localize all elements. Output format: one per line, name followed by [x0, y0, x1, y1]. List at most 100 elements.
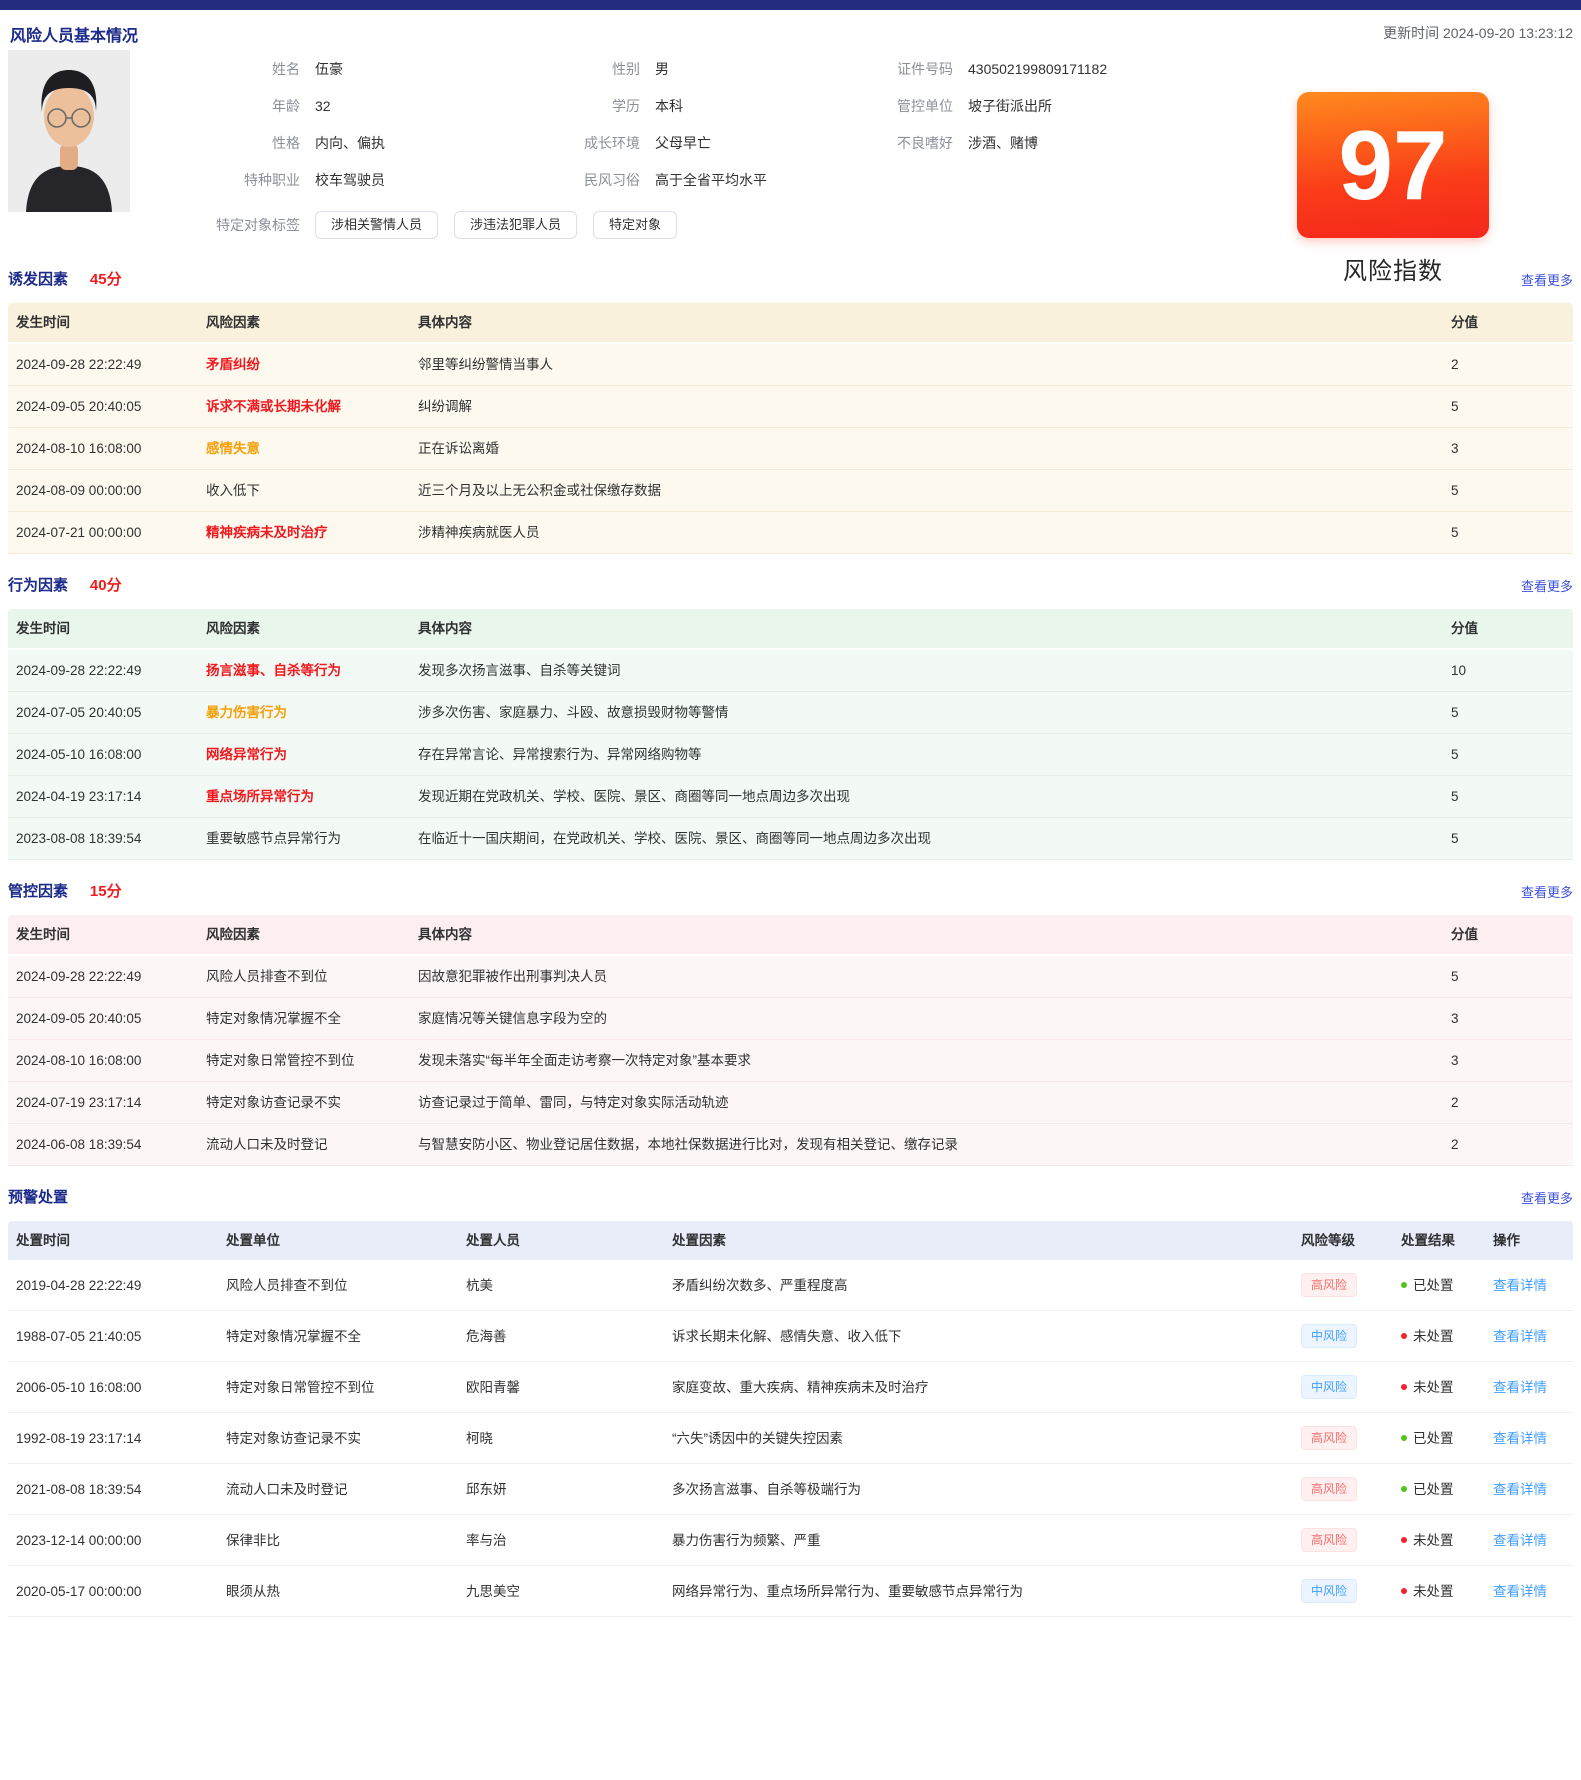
col-header-content: 具体内容 — [410, 609, 1443, 649]
cell-score: 5 — [1443, 955, 1573, 998]
cell-action: 查看详情 — [1485, 1260, 1573, 1311]
cell-time: 2024-08-10 16:08:00 — [8, 428, 198, 470]
cell-content: 近三个月及以上无公积金或社保缴存数据 — [410, 470, 1443, 512]
field-label: 管控单位 — [895, 95, 953, 117]
cell-score: 3 — [1443, 998, 1573, 1040]
cell-risk-factor: 暴力伤害行为 — [198, 692, 410, 734]
view-detail-link[interactable]: 查看详情 — [1493, 1584, 1547, 1599]
view-more-link[interactable]: 查看更多 — [1521, 1188, 1573, 1207]
col-header-factor: 风险因素 — [198, 303, 410, 343]
table-row: 2024-04-19 23:17:14重点场所异常行为发现近期在党政机关、学校、… — [8, 776, 1573, 818]
table-row: 2024-09-05 20:40:05特定对象情况掌握不全家庭情况等关键信息字段… — [8, 998, 1573, 1040]
table-header-row: 处置时间 处置单位 处置人员 处置因素 风险等级 处置结果 操作 — [8, 1221, 1573, 1260]
field-label: 特种职业 — [180, 169, 300, 191]
cell-action: 查看详情 — [1485, 1311, 1573, 1362]
table-row: 2024-09-05 20:40:05诉求不满或长期未化解纠纷调解5 — [8, 386, 1573, 428]
result-status-text: 未处置 — [1413, 1584, 1454, 1599]
risk-level-badge: 高风险 — [1301, 1273, 1357, 1297]
field-bad-habits: 不良嗜好涉酒、赌博 — [895, 132, 1200, 154]
table-row: 2024-06-08 18:39:54流动人口未及时登记与智慧安防小区、物业登记… — [8, 1124, 1573, 1166]
field-name: 姓名伍豪 — [180, 58, 560, 80]
section-behavior-factors: 行为因素 40分 查看更多 发生时间 风险因素 具体内容 分值 2024-09-… — [0, 574, 1581, 860]
field-label: 不良嗜好 — [895, 132, 953, 154]
risk-level-badge: 中风险 — [1301, 1324, 1357, 1348]
cell-risk-factor: 矛盾纠纷 — [198, 343, 410, 386]
view-more-link[interactable]: 查看更多 — [1521, 270, 1573, 289]
cell-risk-factor: 扬言滋事、自杀等行为 — [198, 649, 410, 692]
cell-action: 查看详情 — [1485, 1362, 1573, 1413]
field-value: 本科 — [655, 95, 683, 117]
table-row: 1992-08-19 23:17:14特定对象访查记录不实柯晓“六失”诱因中的关… — [8, 1413, 1573, 1464]
table-row: 2023-08-08 18:39:54重要敏感节点异常行为在临近十一国庆期间，在… — [8, 818, 1573, 860]
section-title: 诱发因素 — [8, 271, 68, 288]
cell-time: 2024-07-19 23:17:14 — [8, 1082, 198, 1124]
cell-time: 2024-05-10 16:08:00 — [8, 734, 198, 776]
cell-result: 未处置 — [1393, 1515, 1485, 1566]
cell-risk-level: 中风险 — [1293, 1566, 1393, 1617]
risk-level-badge: 高风险 — [1301, 1477, 1357, 1501]
view-detail-link[interactable]: 查看详情 — [1493, 1380, 1547, 1395]
view-more-link[interactable]: 查看更多 — [1521, 576, 1573, 595]
tag-chip: 涉相关警情人员 — [315, 211, 438, 239]
cell-unit: 保律非比 — [218, 1515, 458, 1566]
profile-info-grid: 姓名伍豪 性别男 证件号码430502199809171182 年龄32 学历本… — [180, 54, 1200, 191]
col-header-content: 具体内容 — [410, 303, 1443, 343]
cell-content: 正在诉讼离婚 — [410, 428, 1443, 470]
field-value: 父母早亡 — [655, 132, 711, 154]
tag-chip: 涉违法犯罪人员 — [454, 211, 577, 239]
field-age: 年龄32 — [180, 95, 560, 117]
cell-time: 2021-08-08 18:39:54 — [8, 1464, 218, 1515]
cell-score: 5 — [1443, 734, 1573, 776]
table-row: 2024-07-19 23:17:14特定对象访查记录不实访查记录过于简单、雷同… — [8, 1082, 1573, 1124]
cell-score: 5 — [1443, 818, 1573, 860]
col-header-score: 分值 — [1443, 303, 1573, 343]
cell-score: 5 — [1443, 776, 1573, 818]
result-status-dot — [1401, 1435, 1407, 1441]
cell-factors: 多次扬言滋事、自杀等极端行为 — [664, 1464, 1293, 1515]
view-detail-link[interactable]: 查看详情 — [1493, 1329, 1547, 1344]
tags-label: 特定对象标签 — [180, 215, 300, 235]
cell-person: 九思美空 — [458, 1566, 664, 1617]
cell-score: 5 — [1443, 692, 1573, 734]
section-score: 15分 — [90, 883, 122, 900]
col-header-risk-level: 风险等级 — [1293, 1221, 1393, 1260]
risk-level-badge: 高风险 — [1301, 1528, 1357, 1552]
section-score: 40分 — [90, 577, 122, 594]
col-header-factor: 风险因素 — [198, 915, 410, 955]
cell-score: 3 — [1443, 1040, 1573, 1082]
table-row: 2006-05-10 16:08:00特定对象日常管控不到位欧阳青馨家庭变故、重… — [8, 1362, 1573, 1413]
col-header-content: 具体内容 — [410, 915, 1443, 955]
table-header-row: 发生时间 风险因素 具体内容 分值 — [8, 303, 1573, 343]
cell-content: 存在异常言论、异常搜索行为、异常网络购物等 — [410, 734, 1443, 776]
cell-risk-factor: 特定对象情况掌握不全 — [198, 998, 410, 1040]
result-status-text: 已处置 — [1413, 1431, 1454, 1446]
cell-time: 2019-04-28 22:22:49 — [8, 1260, 218, 1311]
cell-time: 2024-07-21 00:00:00 — [8, 512, 198, 554]
cell-factors: 暴力伤害行为频繁、严重 — [664, 1515, 1293, 1566]
cell-factors: 诉求长期未化解、感情失意、收入低下 — [664, 1311, 1293, 1362]
view-more-link[interactable]: 查看更多 — [1521, 882, 1573, 901]
cell-content: 纠纷调解 — [410, 386, 1443, 428]
cell-time: 1992-08-19 23:17:14 — [8, 1413, 218, 1464]
cell-time: 2023-08-08 18:39:54 — [8, 818, 198, 860]
result-status-text: 未处置 — [1413, 1380, 1454, 1395]
cell-person: 欧阳青馨 — [458, 1362, 664, 1413]
cell-time: 2024-06-08 18:39:54 — [8, 1124, 198, 1166]
field-value: 坡子街派出所 — [968, 95, 1052, 117]
view-detail-link[interactable]: 查看详情 — [1493, 1482, 1547, 1497]
cell-risk-factor: 诉求不满或长期未化解 — [198, 386, 410, 428]
field-value: 高于全省平均水平 — [655, 169, 767, 191]
section-alert-disposal: 预警处置 查看更多 处置时间 处置单位 处置人员 处置因素 风险等级 处置结果 … — [0, 1186, 1581, 1617]
view-detail-link[interactable]: 查看详情 — [1493, 1533, 1547, 1548]
result-status-dot — [1401, 1384, 1407, 1390]
col-header-action: 操作 — [1485, 1221, 1573, 1260]
view-detail-link[interactable]: 查看详情 — [1493, 1278, 1547, 1293]
cell-content: 因故意犯罪被作出刑事判决人员 — [410, 955, 1443, 998]
field-gender: 性别男 — [560, 58, 895, 80]
field-value: 430502199809171182 — [968, 58, 1107, 80]
section-control-factors: 管控因素 15分 查看更多 发生时间 风险因素 具体内容 分值 2024-09-… — [0, 880, 1581, 1166]
update-time: 更新时间 2024-09-20 13:23:12 — [1383, 23, 1573, 43]
field-label: 姓名 — [180, 58, 300, 80]
profile-header: 风险人员基本情况 更新时间 2024-09-20 13:23:12 姓名伍豪 性… — [0, 10, 1581, 248]
view-detail-link[interactable]: 查看详情 — [1493, 1431, 1547, 1446]
